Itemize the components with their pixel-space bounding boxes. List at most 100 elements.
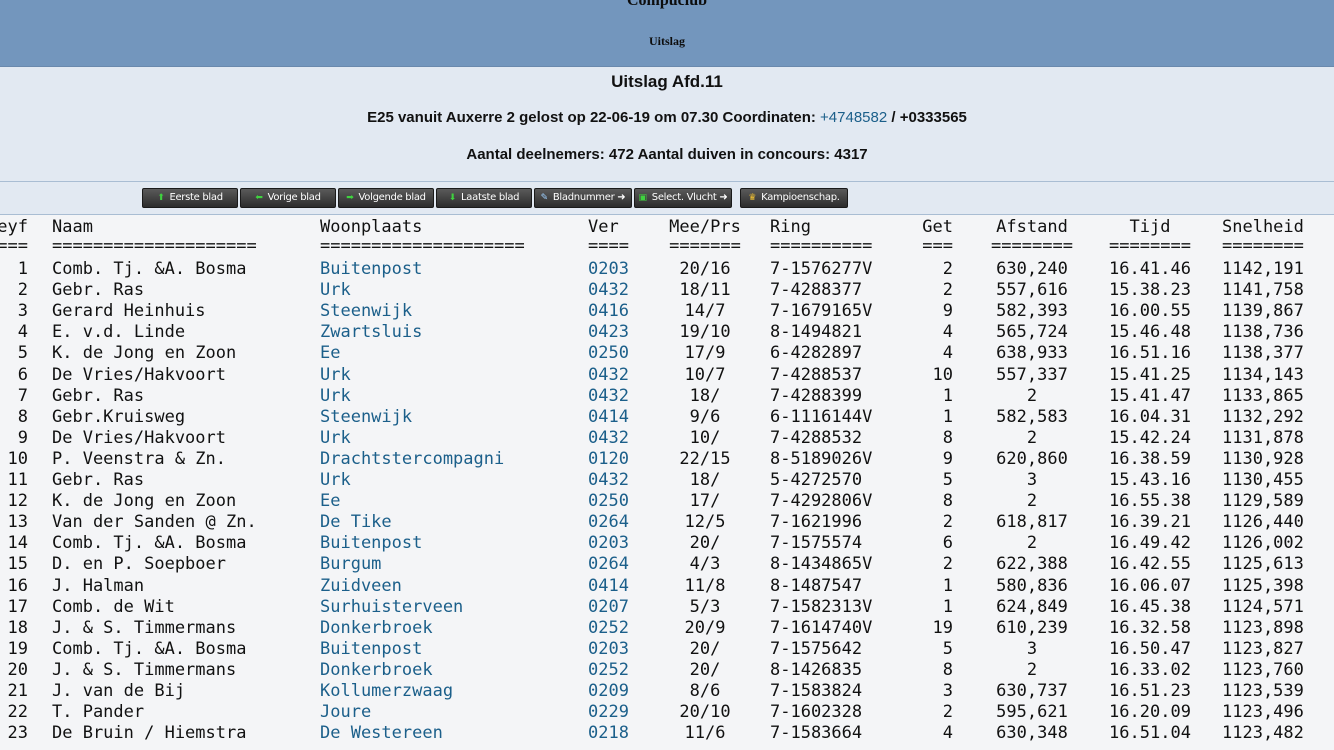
cell-woonplaats[interactable]: Drachtstercompagni: [320, 449, 585, 470]
cell-ver[interactable]: 0252: [588, 660, 648, 681]
cell-ver[interactable]: 0432: [588, 386, 648, 407]
cell-tijd: 16.55.38: [1109, 491, 1191, 512]
cell-meeprs: 20/: [689, 659, 721, 680]
first-page-button[interactable]: ⬆ Eerste blad: [142, 188, 238, 208]
cell-woonplaats[interactable]: Steenwijk: [320, 301, 585, 322]
cell-naam: J. van de Bij: [52, 681, 186, 701]
cell-afstand: 2: [1026, 659, 1038, 680]
select-flight-button[interactable]: ▣ Select. Vlucht ➜: [634, 188, 732, 208]
cell-woonplaats[interactable]: De Tike: [320, 512, 585, 533]
cell-meeprs: 18/: [689, 385, 721, 406]
cell-woonplaats[interactable]: Urk: [320, 280, 585, 301]
cell-afstand: 630,737: [996, 681, 1068, 701]
cell-woonplaats[interactable]: Donkerbroek: [320, 618, 585, 639]
cell-woonplaats[interactable]: De Westereen: [320, 723, 585, 744]
cell-ver[interactable]: 0423: [588, 322, 648, 343]
cell-ver[interactable]: 0414: [588, 576, 648, 597]
cell-woonplaats[interactable]: Kollumerzwaag: [320, 681, 585, 702]
cell-woonplaats[interactable]: Ee: [320, 343, 585, 364]
cell-woonplaats[interactable]: Urk: [320, 428, 585, 449]
cell-ver[interactable]: 0432: [588, 428, 648, 449]
table-row: 9 De Vries/Hakvoort Urk 0432 10/7-4288532 8 2 1…: [0, 428, 1334, 449]
cell-woonplaats[interactable]: Buitenpost: [320, 259, 585, 280]
cell-snelheid: 1123,898: [1222, 617, 1304, 638]
page-number-button[interactable]: ✎ Bladnummer ➜: [534, 188, 632, 208]
cell-ver[interactable]: 0203: [588, 259, 648, 280]
cell-get: 8: [942, 659, 953, 680]
table-row: 8 Gebr.Kruisweg Steenwijk 0414 9/6 6-1116144V…: [0, 407, 1334, 428]
cell-woonplaats[interactable]: Joure: [320, 702, 585, 723]
toolbar-button-label: Select. Vlucht ➜: [651, 192, 728, 203]
cell-woonplaats[interactable]: Urk: [320, 386, 585, 407]
cell-ver[interactable]: 0264: [588, 512, 648, 533]
cell-ver[interactable]: 0252: [588, 618, 648, 639]
championship-button[interactable]: ♛ Kampioenschap.: [740, 188, 848, 208]
cell-ver[interactable]: 0218: [588, 723, 648, 744]
table-row: 11 Gebr. Ras Urk 0432 18/5-4272570 5 3 15.43.16…: [0, 470, 1334, 491]
cell-ring: 8-5189026V: [770, 448, 873, 469]
cell-tijd: 16.20.09: [1109, 702, 1191, 723]
cell-snelheid: 1142,191: [1222, 259, 1304, 279]
cell-naam: De Bruin / Hiemstra: [52, 723, 247, 744]
cell-ver: Ver: [588, 217, 619, 237]
cell-woonplaats[interactable]: Steenwijk: [320, 407, 585, 428]
cell-ver[interactable]: 0432: [588, 365, 648, 386]
table-row: 23 De Bruin / Hiemstra De Westereen 0218 11/…: [0, 723, 1334, 744]
cell-get: 9: [942, 301, 953, 322]
last-page-button[interactable]: ⬇ Laatste blad: [436, 188, 532, 208]
cell-ver[interactable]: 0432: [588, 470, 648, 491]
cell-ver[interactable]: 0203: [588, 533, 648, 554]
toolbar-button-label: Bladnummer ➜: [552, 192, 626, 203]
cell-woonplaats: Woonplaats: [320, 217, 423, 237]
cell-ver[interactable]: 0229: [588, 702, 648, 723]
cell-get: Get: [922, 217, 953, 237]
cell-ver[interactable]: 0120: [588, 449, 648, 470]
cell-woonplaats[interactable]: Zuidveen: [320, 576, 585, 597]
toolbar-button-label: Vorige blad: [267, 192, 321, 203]
cell-woonplaats[interactable]: Donkerbroek: [320, 660, 585, 681]
cell-rank: 9: [17, 427, 28, 448]
cell-snelheid: 1124,571: [1222, 596, 1304, 617]
cell-get: 2: [942, 512, 953, 533]
cell-tijd: 16.04.31: [1109, 406, 1191, 427]
table-row: 16 J. Halman Zuidveen 0414 11/8 8-1487547 1 580…: [0, 576, 1334, 597]
cell-get: 1: [942, 575, 953, 596]
cell-woonplaats[interactable]: Surhuisterveen: [320, 597, 585, 618]
cell-ver[interactable]: 0203: [588, 639, 648, 660]
cell-woonplaats[interactable]: Zwartsluis: [320, 322, 585, 343]
cell-rank: 15: [7, 554, 28, 575]
down-arrow-icon: ⬇: [448, 193, 457, 203]
cell-ver[interactable]: 0416: [588, 301, 648, 322]
cell-ver[interactable]: 0264: [588, 554, 648, 575]
cell-ring: 7-1583824: [770, 681, 863, 701]
cell-woonplaats[interactable]: Urk: [320, 365, 585, 386]
cell-tijd: ========: [1109, 236, 1191, 256]
cell-ring: 8-1426835: [770, 659, 863, 680]
cell-get: 9: [942, 448, 953, 469]
table-row: 7 Gebr. Ras Urk 0432 18/7-4288399 1 2 15.41.47 1…: [0, 386, 1334, 407]
cell-ring: 7-1575574: [770, 533, 863, 554]
prev-page-button[interactable]: ⬅ Vorige blad: [240, 188, 336, 208]
cell-woonplaats[interactable]: Buitenpost: [320, 533, 585, 554]
cell-ver[interactable]: 0209: [588, 681, 648, 702]
cell-woonplaats[interactable]: Urk: [320, 470, 585, 491]
cell-tijd: 15.38.23: [1109, 280, 1191, 301]
cell-ring: 8-1487547: [770, 575, 863, 596]
cell-ver[interactable]: 0207: [588, 597, 648, 618]
cell-tijd: 16.51.23: [1109, 681, 1191, 701]
cell-rank: 19: [7, 638, 28, 659]
coordinate-latitude-link[interactable]: +4748582: [820, 109, 887, 126]
cell-woonplaats[interactable]: Burgum: [320, 554, 585, 575]
cell-ver[interactable]: 0414: [588, 407, 648, 428]
cell-woonplaats[interactable]: Ee: [320, 491, 585, 512]
cell-afstand: ========: [991, 236, 1073, 256]
next-page-button[interactable]: ➡ Volgende blad: [338, 188, 434, 208]
cell-ver[interactable]: 0432: [588, 280, 648, 301]
cell-afstand: 624,849: [996, 596, 1068, 617]
cell-get: 2: [942, 259, 953, 279]
cell-tijd: 15.43.16: [1109, 470, 1191, 490]
cell-woonplaats[interactable]: Buitenpost: [320, 639, 585, 660]
cell-ver[interactable]: 0250: [588, 343, 648, 364]
cell-ver[interactable]: 0250: [588, 491, 648, 512]
cell-afstand: 582,583: [996, 406, 1068, 427]
